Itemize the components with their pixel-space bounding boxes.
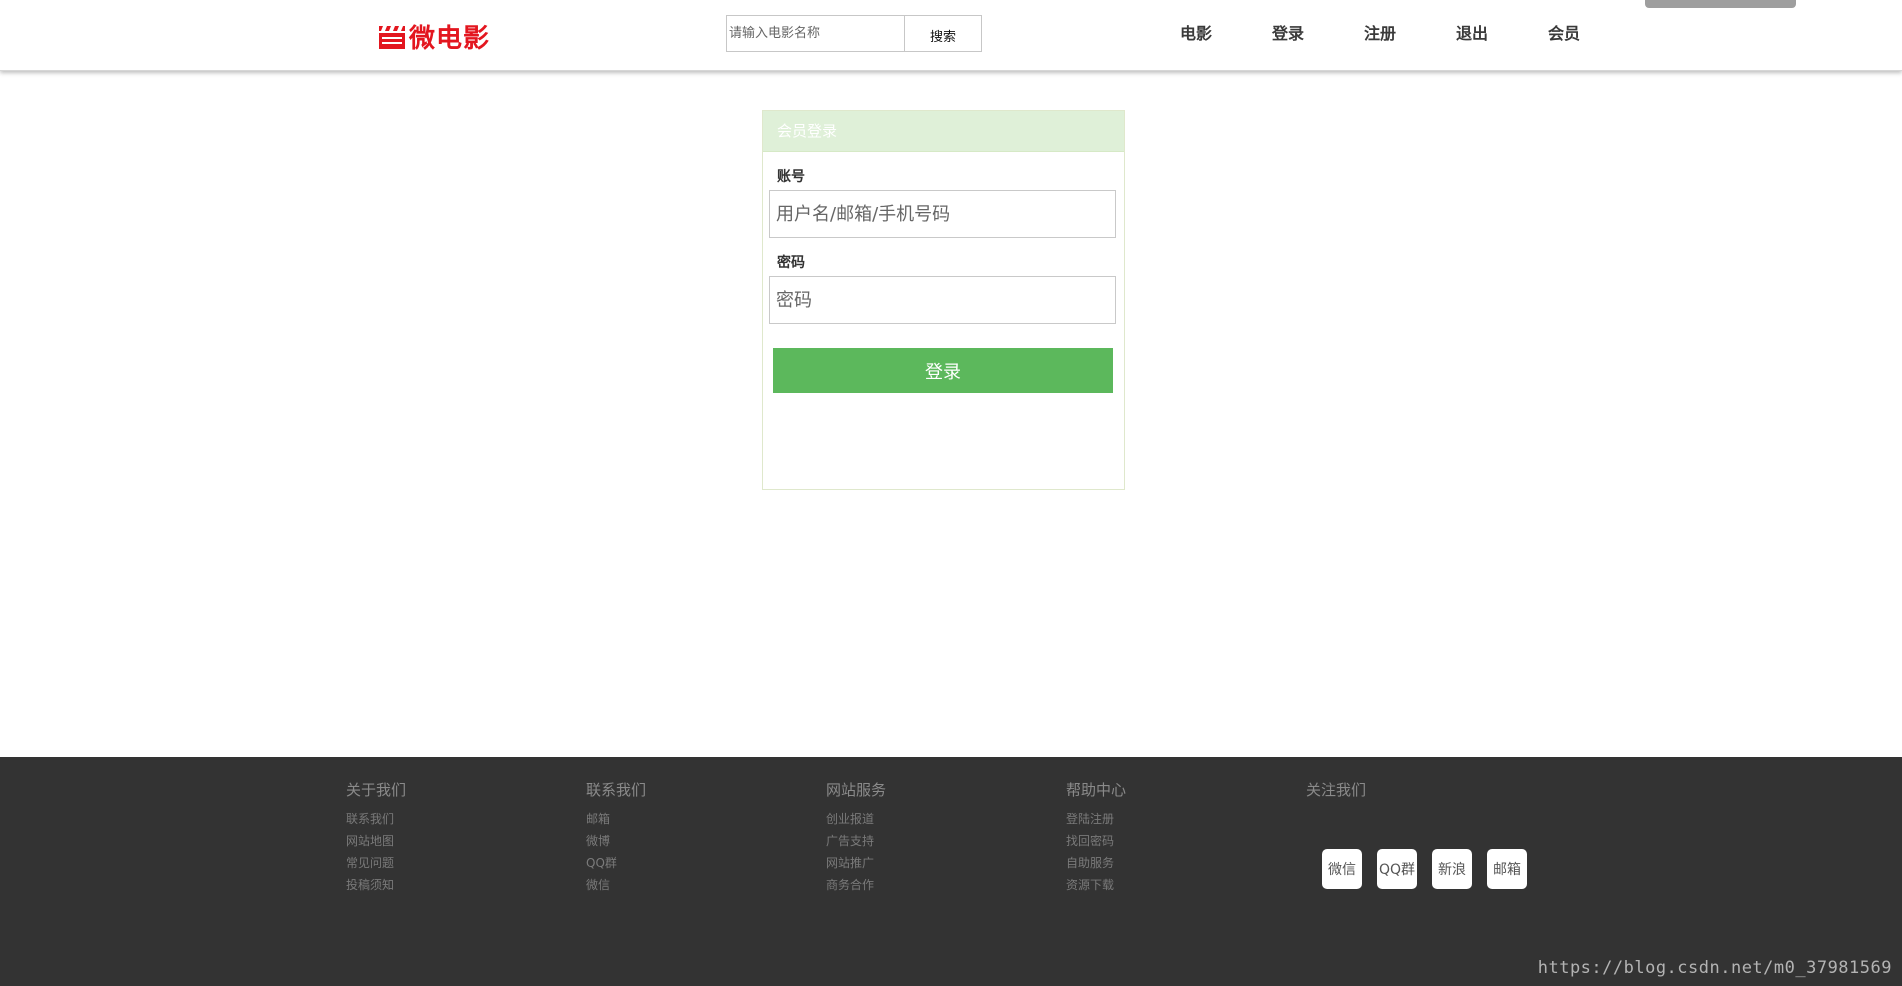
nav-login[interactable]: 登录: [1242, 20, 1334, 44]
social-links: 微信 QQ群 新浪 邮箱: [1322, 849, 1542, 889]
footer-col-title: 关注我们: [1306, 781, 1367, 799]
footer-col-services: 网站服务 创业报道 广告支持 网站推广 商务合作: [826, 779, 1026, 896]
watermark-url: https://blog.csdn.net/m0_37981569: [1537, 958, 1892, 978]
footer-link[interactable]: 创业报道: [826, 808, 1026, 830]
login-button[interactable]: 登录: [773, 348, 1113, 393]
social-wechat-button[interactable]: 微信: [1322, 849, 1362, 889]
footer-link[interactable]: 微信: [586, 874, 786, 896]
login-panel: 会员登录 账号 密码 登录: [762, 110, 1125, 490]
main-nav: 电影 登录 注册 退出 会员: [1150, 20, 1610, 44]
search-button[interactable]: 搜索: [905, 16, 981, 51]
footer-link[interactable]: 登陆注册: [1066, 808, 1266, 830]
nav-movies[interactable]: 电影: [1150, 20, 1242, 44]
site-logo[interactable]: 微电影: [377, 18, 490, 55]
social-qq-button[interactable]: QQ群: [1377, 849, 1417, 889]
footer-link[interactable]: 资源下载: [1066, 874, 1266, 896]
search-input[interactable]: [727, 16, 905, 51]
footer-link[interactable]: 自助服务: [1066, 852, 1266, 874]
footer-col-title: 联系我们: [586, 781, 647, 799]
footer-col-title: 帮助中心: [1066, 781, 1127, 799]
footer-link[interactable]: 网站地图: [346, 830, 546, 852]
social-sina-button[interactable]: 新浪: [1432, 849, 1472, 889]
top-scroll-tab[interactable]: [1645, 0, 1796, 8]
footer-col-help: 帮助中心 登陆注册 找回密码 自助服务 资源下载: [1066, 779, 1266, 896]
logo-text: 微电影: [409, 24, 491, 54]
footer-link[interactable]: QQ群: [586, 852, 786, 874]
footer-col-title: 关于我们: [346, 781, 407, 799]
footer-col-title: 网站服务: [826, 781, 887, 799]
account-label: 账号: [777, 169, 805, 185]
site-header: 微电影 搜索 电影 登录 注册 退出 会员: [0, 0, 1902, 71]
password-input[interactable]: [769, 276, 1116, 324]
site-footer: 关于我们 联系我们 网站地图 常见问题 投稿须知 联系我们 邮箱 微博 QQ群 …: [0, 757, 1902, 986]
footer-link[interactable]: 常见问题: [346, 852, 546, 874]
footer-link[interactable]: 找回密码: [1066, 830, 1266, 852]
footer-link[interactable]: 微博: [586, 830, 786, 852]
nav-logout[interactable]: 退出: [1426, 20, 1518, 44]
nav-member[interactable]: 会员: [1518, 20, 1610, 44]
footer-link[interactable]: 网站推广: [826, 852, 1026, 874]
account-input[interactable]: [769, 190, 1116, 238]
footer-col-follow: 关注我们 微信 QQ群 新浪 邮箱: [1306, 779, 1606, 889]
clapperboard-icon: [379, 25, 405, 49]
footer-col-contact: 联系我们 邮箱 微博 QQ群 微信: [586, 779, 786, 896]
footer-link[interactable]: 广告支持: [826, 830, 1026, 852]
login-panel-heading: 会员登录: [763, 111, 1124, 152]
footer-link[interactable]: 投稿须知: [346, 874, 546, 896]
footer-link[interactable]: 邮箱: [586, 808, 786, 830]
footer-link[interactable]: 商务合作: [826, 874, 1026, 896]
social-email-button[interactable]: 邮箱: [1487, 849, 1527, 889]
password-label: 密码: [777, 255, 805, 271]
footer-link[interactable]: 联系我们: [346, 808, 546, 830]
nav-register[interactable]: 注册: [1334, 20, 1426, 44]
search-bar: 搜索: [726, 15, 982, 52]
footer-col-about: 关于我们 联系我们 网站地图 常见问题 投稿须知: [346, 779, 546, 896]
